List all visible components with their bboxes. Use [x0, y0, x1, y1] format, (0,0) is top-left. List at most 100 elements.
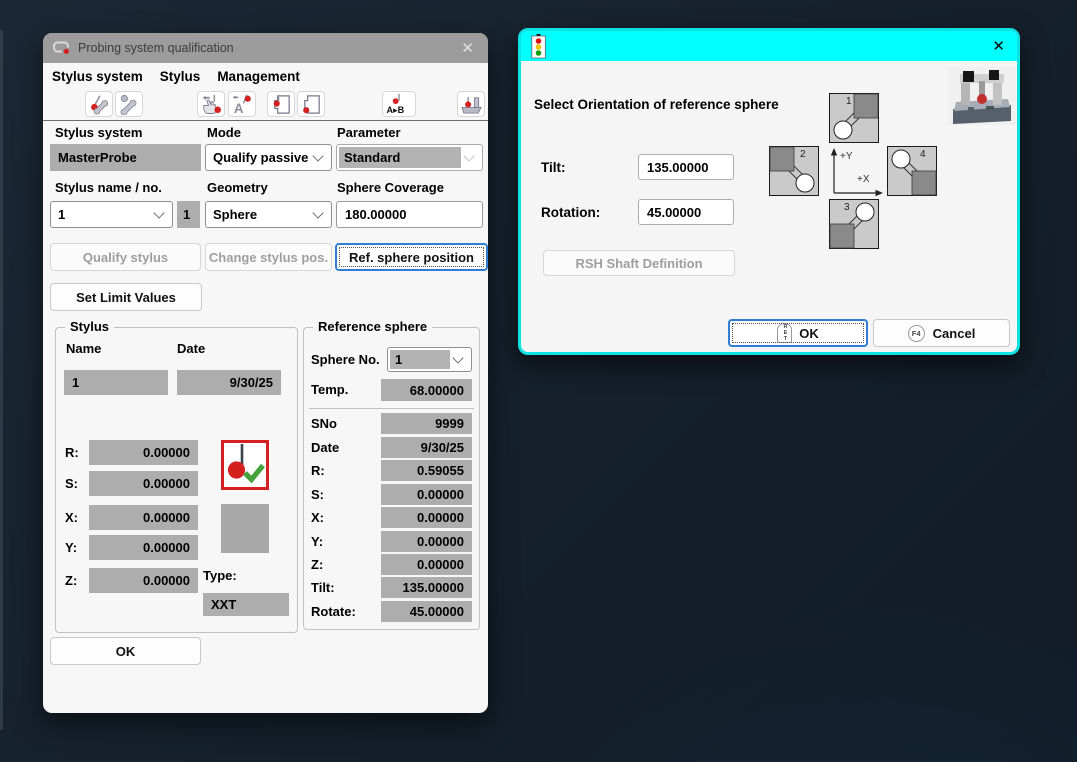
right-window-titlebar[interactable]: ✕ — [521, 31, 1017, 61]
rotation-label: Rotation: — [541, 205, 600, 220]
divider — [309, 408, 474, 409]
ref-tilt-label: Tilt: — [311, 580, 335, 595]
ref-s-label: S: — [311, 487, 324, 502]
svg-text:2: 2 — [800, 149, 806, 160]
sphere-no-label: Sphere No. — [311, 352, 380, 367]
tilt-input[interactable] — [638, 154, 734, 180]
machine-probe-position-icon[interactable] — [457, 91, 485, 117]
stylus-system-label: Stylus system — [55, 125, 142, 140]
ref-rotate-value: 45.00000 — [381, 601, 472, 622]
reference-sphere-legend: Reference sphere — [313, 319, 432, 334]
dialog-ok-button[interactable]: RET OK — [728, 319, 868, 347]
sphere-coverage-input[interactable] — [336, 201, 483, 228]
stylus-qualified-status-icon — [221, 440, 269, 490]
dialog-heading: Select Orientation of reference sphere — [534, 97, 779, 112]
return-key-icon: RET — [777, 323, 792, 343]
copy-a-to-b-icon[interactable]: A▸B — [382, 91, 416, 117]
ref-date-label: Date — [311, 440, 339, 455]
stylus-y-label: Y: — [65, 540, 77, 555]
chevron-down-icon — [463, 150, 474, 161]
ref-y-label: Y: — [311, 534, 323, 549]
orientation-3-tile[interactable]: 3 — [829, 199, 879, 249]
ref-s-value: 0.00000 — [381, 484, 472, 505]
geometry-dropdown[interactable]: Sphere — [205, 201, 332, 228]
change-stylus-pos-button: Change stylus pos. — [205, 243, 332, 271]
stylus-r-label: R: — [65, 445, 79, 460]
parameter-dropdown: Standard — [336, 144, 483, 171]
geometry-label: Geometry — [207, 180, 268, 195]
ref-date-value: 9/30/25 — [381, 437, 472, 458]
traffic-light-icon — [531, 34, 547, 59]
ref-z-value: 0.00000 — [381, 554, 472, 575]
svg-text:+X: +X — [857, 174, 870, 185]
ref-r-value: 0.59055 — [381, 460, 472, 481]
stylus-x-label: X: — [65, 510, 78, 525]
manual-qualify-hand-probe-icon[interactable] — [197, 91, 225, 117]
ref-tilt-value: 135.00000 — [381, 577, 472, 598]
temp-value: 68.00000 — [381, 379, 472, 401]
ref-y-value: 0.00000 — [381, 531, 472, 552]
rsh-shaft-definition-button: RSH Shaft Definition — [543, 250, 735, 276]
type-label: Type: — [203, 568, 237, 583]
sphere-no-dropdown[interactable]: 1 — [387, 347, 472, 372]
ref-rotate-label: Rotate: — [311, 604, 356, 619]
stylus-sphere-wrench-icon[interactable] — [115, 91, 143, 117]
sphere-coverage-label: Sphere Coverage — [337, 180, 444, 195]
xy-axis-icon: +Y +X — [828, 147, 886, 197]
stylus-y-value: 0.00000 — [89, 535, 198, 560]
orientation-2-tile[interactable]: 2 — [769, 146, 819, 196]
cmm-machine-image — [948, 67, 1016, 125]
stylus-group-legend: Stylus — [65, 319, 114, 334]
chevron-down-icon — [312, 150, 323, 161]
menu-stylus[interactable]: Stylus — [160, 69, 201, 84]
stylus-z-label: Z: — [65, 573, 77, 588]
ref-sphere-position-button[interactable]: Ref. sphere position — [335, 243, 488, 271]
stylus-name-dropdown[interactable]: 1 — [50, 201, 173, 228]
save-stylus-file-icon[interactable] — [267, 91, 295, 117]
copy-stylus-file-icon[interactable] — [297, 91, 325, 117]
left-window-titlebar[interactable]: Probing system qualification ✕ — [43, 33, 488, 63]
orientation-1-tile[interactable]: 1 — [829, 93, 879, 143]
background-window-edge — [0, 30, 3, 730]
stylus-group: Stylus Name Date 1 9/30/25 R: 0.00000 S:… — [55, 327, 298, 633]
chevron-down-icon — [153, 207, 164, 218]
parameter-label: Parameter — [337, 125, 401, 140]
dialog-cancel-button[interactable]: F4 Cancel — [873, 319, 1010, 347]
stylus-number-value: 1 — [177, 201, 200, 228]
temp-label: Temp. — [311, 382, 348, 397]
svg-text:+Y: +Y — [840, 151, 853, 162]
orientation-4-tile[interactable]: 4 — [887, 146, 937, 196]
chevron-down-icon — [312, 207, 323, 218]
mode-label: Mode — [207, 125, 241, 140]
stylus-x-value: 0.00000 — [89, 505, 198, 530]
stylus-name-label: Stylus name / no. — [55, 180, 162, 195]
stylus-z-value: 0.00000 — [89, 568, 198, 593]
svg-text:4: 4 — [920, 149, 926, 160]
menu-stylus-system[interactable]: Stylus system — [52, 69, 143, 84]
desktop: Probing system qualification ✕ Stylus sy… — [0, 0, 1077, 762]
reference-sphere-group: Reference sphere Sphere No. 1 Temp. 68.0… — [303, 327, 480, 630]
close-icon[interactable]: ✕ — [992, 37, 1005, 55]
window-title: Probing system qualification — [78, 41, 234, 55]
rotation-input[interactable] — [638, 199, 734, 225]
svg-text:3: 3 — [844, 202, 850, 213]
ref-r-label: R: — [311, 463, 325, 478]
stylus-s-label: S: — [65, 476, 78, 491]
svg-text:1: 1 — [846, 96, 852, 107]
chevron-down-icon — [452, 352, 463, 363]
orientation-dialog-window: ✕ Select Orientation of reference sphere — [518, 28, 1020, 355]
ref-sno-label: SNo — [311, 416, 337, 431]
stylus-system-value: MasterProbe — [50, 144, 201, 171]
type-value: XXT — [203, 593, 289, 616]
tilt-label: Tilt: — [541, 160, 566, 175]
set-limit-values-button[interactable]: Set Limit Values — [50, 283, 202, 311]
menu-management[interactable]: Management — [217, 69, 300, 84]
qualify-stylus-icon[interactable] — [85, 91, 113, 117]
mode-dropdown[interactable]: Qualify passive — [205, 144, 332, 171]
svg-text:A▸B: A▸B — [387, 105, 405, 115]
ref-x-value: 0.00000 — [381, 507, 472, 528]
rename-stylus-icon[interactable]: A — [228, 91, 256, 117]
app-icon — [53, 41, 71, 55]
ok-button[interactable]: OK — [50, 637, 201, 665]
close-icon[interactable]: ✕ — [461, 39, 474, 57]
